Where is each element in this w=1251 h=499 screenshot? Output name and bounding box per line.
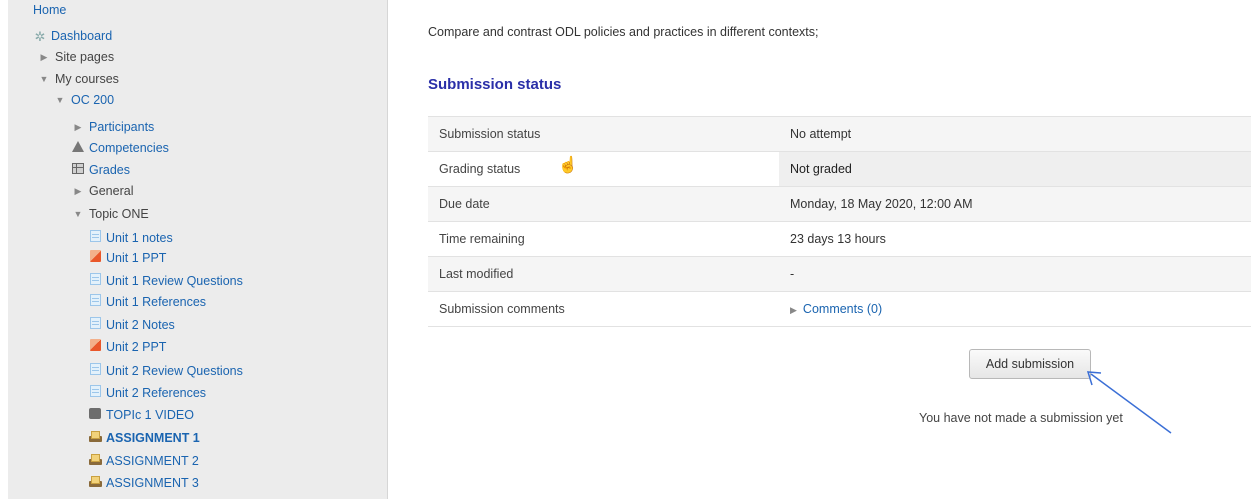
- assignment-description: Compare and contrast ODL policies and pr…: [428, 25, 819, 39]
- nav-grades[interactable]: Grades: [71, 160, 130, 181]
- nav-my-courses[interactable]: ▼ My courses: [37, 69, 119, 90]
- expand-arrow-icon[interactable]: ▶: [71, 181, 85, 202]
- grading-status-value: Not graded: [779, 151, 1251, 187]
- nav-activity-item-active[interactable]: ASSIGNMENT 1: [88, 428, 200, 449]
- collapse-arrow-icon[interactable]: ▼: [37, 69, 51, 90]
- navigation-sidebar: Home ✲ Dashboard ▶ Site pages ▼ My courses …: [8, 0, 388, 499]
- collapse-arrow-icon[interactable]: ▼: [53, 90, 67, 111]
- row-label: Time remaining: [428, 221, 779, 257]
- comments-cell: ▶ Comments (0): [779, 291, 1251, 327]
- grades-table-icon: [71, 160, 85, 181]
- submission-status-table: Submission status No attempt Grading sta…: [428, 116, 1251, 327]
- nav-activity-label[interactable]: ASSIGNMENT 1: [106, 431, 200, 445]
- nav-activity-label[interactable]: ASSIGNMENT 2: [106, 454, 199, 468]
- nav-topic[interactable]: ▼ Topic ONE: [71, 204, 149, 225]
- nav-activity-label[interactable]: Unit 1 References: [106, 295, 206, 309]
- nav-course-label[interactable]: OC 200: [71, 93, 114, 107]
- nav-activity-label[interactable]: Unit 2 PPT: [106, 340, 166, 354]
- nav-activity-item[interactable]: TOPIc 1 VIDEO: [88, 405, 194, 426]
- dashboard-icon: ✲: [34, 29, 46, 45]
- nav-activity-label[interactable]: Unit 2 Review Questions: [106, 364, 243, 378]
- nav-dashboard-label[interactable]: Dashboard: [51, 29, 112, 43]
- row-label: Last modified: [428, 256, 779, 292]
- nav-activity-label[interactable]: Unit 2 Notes: [106, 318, 175, 332]
- nav-site-pages-label[interactable]: Site pages: [55, 50, 114, 64]
- nav-dashboard[interactable]: ✲ Dashboard: [33, 26, 113, 47]
- nav-activity-item[interactable]: Unit 2 Review Questions: [88, 361, 243, 382]
- row-value: No attempt: [779, 116, 1251, 152]
- expand-arrow-icon[interactable]: ▶: [37, 47, 51, 68]
- nav-activity-label[interactable]: TOPIc 1 VIDEO: [106, 408, 194, 422]
- document-icon: [88, 271, 102, 292]
- document-icon: [88, 228, 102, 249]
- nav-activity-item[interactable]: Unit 1 References: [88, 292, 206, 313]
- nav-participants[interactable]: ▶ Participants: [71, 117, 155, 138]
- powerpoint-icon: [88, 337, 102, 358]
- collapse-arrow-icon[interactable]: ▼: [71, 204, 85, 225]
- nav-competencies[interactable]: Competencies: [71, 138, 169, 159]
- main-content: Compare and contrast ODL policies and pr…: [388, 0, 1251, 499]
- nav-activity-item[interactable]: Unit 2 Notes: [88, 315, 175, 336]
- nav-general[interactable]: ▶ General: [71, 181, 134, 202]
- powerpoint-icon: [88, 248, 102, 269]
- nav-activity-item[interactable]: Unit 1 Review Questions: [88, 271, 243, 292]
- row-label: Due date: [428, 186, 779, 222]
- nav-activity-label[interactable]: Unit 1 PPT: [106, 251, 166, 265]
- nav-topic-label[interactable]: Topic ONE: [89, 207, 149, 221]
- table-row: Submission comments ▶ Comments (0): [428, 291, 1251, 327]
- document-icon: [88, 292, 102, 313]
- nav-site-pages[interactable]: ▶ Site pages: [37, 47, 115, 68]
- row-label: Submission status: [428, 116, 779, 152]
- hand-cursor-icon: ☝: [558, 157, 578, 174]
- table-row: Last modified -: [428, 256, 1251, 292]
- document-icon: [88, 383, 102, 404]
- competencies-icon: [71, 138, 85, 159]
- nav-activity-item[interactable]: Unit 1 PPT: [88, 248, 166, 269]
- expand-arrow-icon[interactable]: ▶: [71, 117, 85, 138]
- table-row: Time remaining 23 days 13 hours: [428, 221, 1251, 257]
- table-row: Submission status No attempt: [428, 116, 1251, 152]
- comments-link[interactable]: Comments (0): [803, 302, 882, 316]
- assignment-icon: [88, 473, 102, 494]
- nav-activity-item[interactable]: Unit 1 notes: [88, 228, 173, 249]
- assignment-icon: [88, 451, 102, 472]
- nav-home-label[interactable]: Home: [33, 3, 66, 17]
- row-value: 23 days 13 hours: [779, 221, 1251, 257]
- nav-activity-item[interactable]: Unit 2 References: [88, 383, 206, 404]
- document-icon: [88, 361, 102, 382]
- table-row: Due date Monday, 18 May 2020, 12:00 AM: [428, 186, 1251, 222]
- nav-activity-label[interactable]: Unit 2 References: [106, 386, 206, 400]
- nav-participants-label[interactable]: Participants: [89, 120, 154, 134]
- video-icon: [88, 405, 102, 426]
- row-value: Monday, 18 May 2020, 12:00 AM: [779, 186, 1251, 222]
- document-icon: [88, 315, 102, 336]
- nav-home[interactable]: Home: [33, 0, 66, 21]
- nav-course[interactable]: ▼ OC 200: [53, 90, 115, 111]
- assignment-icon: [88, 428, 102, 449]
- nav-activity-item[interactable]: ASSIGNMENT 2: [88, 451, 199, 472]
- nav-activity-label[interactable]: Unit 1 Review Questions: [106, 274, 243, 288]
- expand-arrow-icon[interactable]: ▶: [790, 305, 797, 315]
- nav-competencies-label[interactable]: Competencies: [89, 141, 169, 155]
- nav-activity-label[interactable]: Unit 1 notes: [106, 231, 173, 245]
- add-submission-button[interactable]: Add submission: [969, 349, 1091, 379]
- nav-grades-label[interactable]: Grades: [89, 163, 130, 177]
- row-label: Submission comments: [428, 291, 779, 327]
- row-label: Grading status: [428, 151, 779, 187]
- nav-activity-label[interactable]: ASSIGNMENT 3: [106, 476, 199, 490]
- nav-activity-item[interactable]: ASSIGNMENT 3: [88, 473, 199, 494]
- row-value: -: [779, 256, 1251, 292]
- nav-my-courses-label[interactable]: My courses: [55, 72, 119, 86]
- submission-status-heading: Submission status: [428, 76, 562, 93]
- table-row: Grading status Not graded: [428, 151, 1251, 187]
- no-submission-message: You have not made a submission yet: [919, 411, 1123, 425]
- nav-general-label[interactable]: General: [89, 184, 133, 198]
- nav-activity-item[interactable]: Unit 2 PPT: [88, 337, 166, 358]
